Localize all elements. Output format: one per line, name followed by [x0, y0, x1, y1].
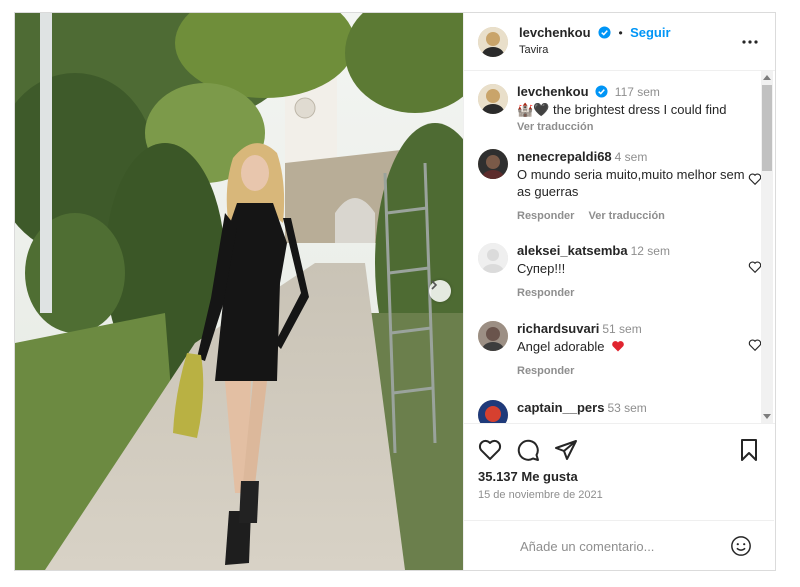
more-options-icon[interactable]: [741, 33, 759, 51]
comments-list[interactable]: levchenkou 117 sem 🏰🖤 the brightest dres…: [464, 71, 775, 423]
reply-button[interactable]: Responder: [517, 287, 574, 299]
post-footer: 35.137 Me gusta 15 de noviembre de 2021: [464, 423, 775, 570]
caption-emojis: 🏰🖤: [517, 102, 550, 117]
red-heart-emoji-icon: [612, 341, 624, 352]
photo-illustration: [15, 13, 463, 570]
follow-button[interactable]: Seguir: [630, 25, 670, 40]
post-date: 15 de noviembre de 2021: [478, 489, 603, 501]
action-bar: [478, 438, 763, 464]
comments-scrollbar[interactable]: [761, 71, 773, 423]
author-avatar[interactable]: [478, 26, 508, 57]
comment-time[interactable]: 53 sem: [607, 401, 646, 415]
add-comment-bar: [464, 520, 774, 571]
comment-username[interactable]: nenecrepaldi68: [517, 149, 612, 164]
comment-input[interactable]: [520, 538, 720, 554]
comment-like-heart-icon[interactable]: [748, 260, 762, 274]
carousel-next-button[interactable]: [429, 280, 451, 302]
scroll-thumb[interactable]: [762, 85, 772, 171]
comment-item: richardsuvari 51 sem Angel adorable Respo…: [478, 320, 762, 380]
scroll-up-arrow[interactable]: [763, 75, 771, 80]
comment-time[interactable]: 12 sem: [631, 244, 670, 258]
comment-item: aleksei_katsemba 12 sem Супер!!! Responde…: [478, 242, 762, 302]
see-translation-link[interactable]: Ver traducción: [588, 210, 664, 222]
comment-time[interactable]: 51 sem: [602, 322, 641, 336]
avatar[interactable]: [478, 149, 508, 179]
carousel-next-icon: [431, 280, 438, 290]
post-location[interactable]: Tavira: [519, 43, 671, 58]
avatar[interactable]: [478, 84, 508, 114]
save-bookmark-icon[interactable]: [738, 438, 760, 462]
caption-time[interactable]: 117 sem: [615, 85, 660, 99]
comment-item: nenecrepaldi68 4 sem O mundo seria muito,…: [478, 148, 762, 225]
avatar-placeholder[interactable]: [478, 243, 508, 273]
comment-like-heart-icon[interactable]: [748, 338, 762, 352]
likes-count[interactable]: 35.137 Me gusta: [478, 469, 578, 484]
comment-item: captain__pers 53 sem: [478, 399, 748, 423]
verified-badge-icon: [595, 85, 608, 98]
caption-text: the brightest dress I could find: [553, 102, 727, 117]
caption-username[interactable]: levchenkou: [517, 84, 589, 99]
post-photo[interactable]: [15, 13, 463, 570]
post-container: levchenkou • Seguir Tavira levchenkou 11…: [14, 12, 776, 571]
comment-text: O mundo seria muito,muito melhor sem as …: [517, 167, 745, 199]
reply-button[interactable]: Responder: [517, 210, 574, 222]
verified-badge-icon: [598, 26, 611, 39]
see-translation-link[interactable]: Ver traducción: [517, 119, 748, 136]
emoji-icon[interactable]: [730, 535, 752, 557]
comment-username[interactable]: captain__pers: [517, 400, 604, 415]
comment-text: Супер!!!: [517, 261, 566, 276]
comment-icon[interactable]: [516, 438, 540, 462]
share-icon[interactable]: [554, 438, 578, 462]
comment-username[interactable]: richardsuvari: [517, 321, 599, 336]
like-heart-icon[interactable]: [478, 438, 502, 462]
comment-like-heart-icon[interactable]: [748, 172, 762, 186]
post-side-panel: levchenkou • Seguir Tavira levchenkou 11…: [463, 13, 775, 570]
avatar[interactable]: [478, 400, 508, 423]
post-header: levchenkou • Seguir Tavira: [464, 13, 775, 71]
comment-username[interactable]: aleksei_katsemba: [517, 243, 628, 258]
comment-text: Angel adorable: [517, 339, 605, 354]
reply-button[interactable]: Responder: [517, 365, 574, 377]
scroll-down-arrow[interactable]: [763, 414, 771, 419]
separator-dot: •: [618, 26, 623, 40]
post-caption: levchenkou 117 sem 🏰🖤 the brightest dres…: [478, 83, 748, 136]
author-username[interactable]: levchenkou: [519, 25, 591, 40]
avatar[interactable]: [478, 321, 508, 351]
comment-time[interactable]: 4 sem: [615, 150, 648, 164]
